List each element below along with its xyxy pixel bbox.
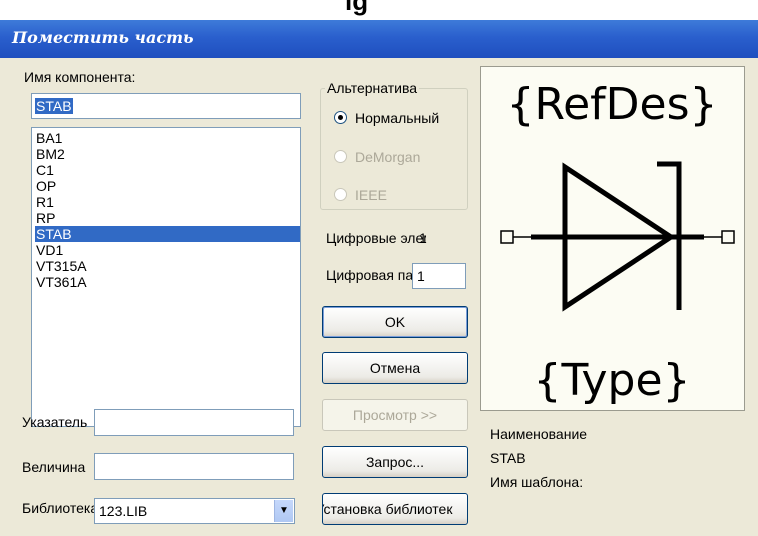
template-label: Имя шаблона:	[490, 474, 584, 490]
digital-panel-label: Цифровая панель:	[326, 267, 412, 283]
digital-panel-label-box: Цифровая панель:	[326, 267, 412, 285]
title-bar[interactable]: Поместить часть	[0, 20, 758, 58]
library-value: 123.LIB	[99, 503, 148, 519]
type-text: {Type}	[533, 355, 690, 406]
radio-ieee-indicator	[334, 188, 347, 201]
list-item[interactable]: VT361A	[35, 274, 300, 290]
pointer-input[interactable]	[94, 409, 294, 436]
ok-button[interactable]: OK	[322, 306, 468, 338]
name-label: Наименование	[490, 426, 588, 442]
background-window-strip: ig	[0, 0, 758, 20]
dialog-client-area: Имя компонента: STAB BA1 BM2 C1 OP R1 RP STAB V…	[0, 58, 758, 536]
list-item[interactable]: RP	[35, 210, 300, 226]
list-item[interactable]: VT315A	[35, 258, 300, 274]
list-item[interactable]: BM2	[35, 146, 300, 162]
radio-demorgan-indicator	[334, 150, 347, 163]
radio-ieee[interactable]: IEEE	[334, 187, 387, 203]
radio-normal-indicator	[334, 111, 347, 124]
component-list[interactable]: BA1 BM2 C1 OP R1 RP STAB VD1 VT315A VT361A	[31, 127, 301, 427]
component-name-value: STAB	[35, 98, 73, 114]
library-label: Библиотека	[22, 500, 94, 516]
component-name-label: Имя компонента:	[24, 69, 136, 85]
value-label: Величина	[22, 459, 86, 475]
pointer-label-box: Указатель	[22, 414, 94, 436]
value-input[interactable]	[94, 453, 294, 480]
radio-normal[interactable]: Нормальный	[334, 110, 439, 126]
symbol-preview: {RefDes} {Type}	[480, 66, 745, 411]
cancel-button[interactable]: Отмена	[322, 352, 468, 384]
symbol-preview-canvas: {RefDes} {Type}	[500, 79, 735, 406]
digital-elements-label-box: Цифровые элементы	[326, 230, 426, 248]
list-item[interactable]: OP	[35, 178, 300, 194]
list-item[interactable]: STAB	[35, 226, 300, 242]
background-text: ig	[345, 0, 369, 16]
dropdown-arrow-icon[interactable]: ▼	[274, 500, 293, 522]
library-setup-button[interactable]: Установка библиотек	[322, 493, 468, 525]
library-select[interactable]: 123.LIB ▼	[94, 498, 295, 524]
alternative-legend: Альтернатива	[325, 80, 420, 96]
browse-button[interactable]: Просмотр >>	[322, 399, 468, 431]
radio-demorgan[interactable]: DeMorgan	[334, 149, 420, 165]
list-item[interactable]: R1	[35, 194, 300, 210]
library-label-box: Библиотека	[22, 500, 94, 522]
digital-elements-value: 1	[419, 230, 427, 246]
library-setup-label: Установка библиотек	[322, 501, 453, 517]
list-item[interactable]: C1	[35, 162, 300, 178]
list-item[interactable]: BA1	[35, 130, 300, 146]
name-value: STAB	[490, 450, 526, 466]
value-label-box: Величина	[22, 459, 94, 481]
refdes-text: {RefDes}	[506, 79, 717, 130]
window-title: Поместить часть	[12, 28, 194, 47]
list-item[interactable]: VD1	[35, 242, 300, 258]
place-part-dialog: ig Поместить часть Имя компонента: STAB …	[0, 0, 758, 536]
query-button[interactable]: Запрос...	[322, 446, 468, 478]
digital-panel-input[interactable]: 1	[412, 263, 466, 289]
digital-elements-label: Цифровые элементы	[326, 230, 426, 246]
component-name-input[interactable]: STAB	[31, 93, 301, 119]
diode-symbol-icon	[500, 161, 735, 312]
digital-panel-value: 1	[417, 268, 425, 284]
pointer-label: Указатель	[22, 414, 88, 430]
